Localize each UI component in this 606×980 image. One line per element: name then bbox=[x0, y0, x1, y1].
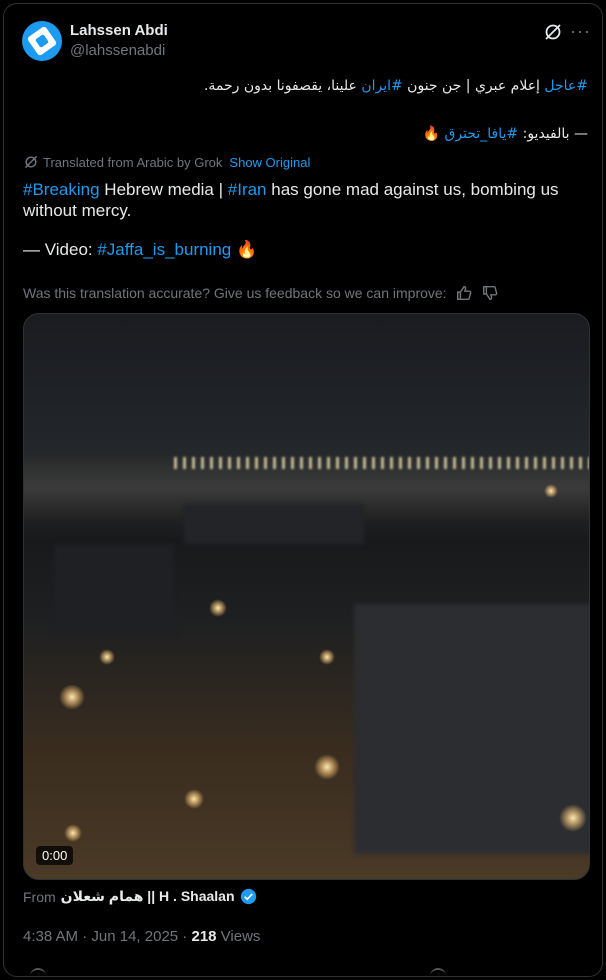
verified-badge-icon bbox=[240, 888, 256, 905]
author-name[interactable]: Lahssen Abdi bbox=[70, 22, 168, 39]
tweet-time[interactable]: 4:38 AM bbox=[23, 928, 78, 945]
feedback-text: Was this translation accurate? Give us f… bbox=[23, 285, 447, 301]
translation-notice: Translated from Arabic by Grok Show Orig… bbox=[23, 154, 310, 170]
hashtag-link[interactable]: #يافا_تحترق bbox=[445, 126, 519, 142]
arabic-text-line1: #عاجل إعلام عبري | جن جنون #ايران علينا،… bbox=[203, 78, 588, 94]
grok-icon[interactable] bbox=[543, 22, 563, 42]
author-handle[interactable]: @lahssenabdi bbox=[70, 42, 165, 59]
tweet-metadata: 4:38 AM · Jun 14, 2025 · 218 Views bbox=[23, 928, 261, 945]
video-source: From همام شعلان || H . Shaalan bbox=[23, 888, 257, 905]
hashtag-link[interactable]: #Jaffa_is_burning bbox=[97, 240, 231, 259]
hashtag-link[interactable]: #ايران bbox=[361, 78, 402, 94]
thumbs-down-icon[interactable] bbox=[481, 284, 499, 302]
grok-icon bbox=[24, 155, 38, 169]
views-count: 218 bbox=[191, 928, 217, 945]
fire-emoji: 🔥 bbox=[235, 240, 258, 259]
english-text-line1: #Breaking Hebrew media | #Iran has gone … bbox=[23, 180, 559, 220]
video-player[interactable]: 0:00 bbox=[23, 313, 590, 880]
hashtag-link[interactable]: #Iran bbox=[228, 180, 267, 199]
show-original-link[interactable]: Show Original bbox=[229, 155, 310, 170]
reply-icon[interactable] bbox=[30, 968, 46, 980]
more-options-icon[interactable]: ··· bbox=[570, 22, 591, 40]
source-account-link[interactable]: همام شعلان || H . Shaalan bbox=[61, 888, 235, 905]
thumbs-up-icon[interactable] bbox=[455, 284, 473, 302]
views-label: Views bbox=[216, 928, 261, 945]
tweet-date[interactable]: Jun 14, 2025 bbox=[91, 928, 178, 945]
english-text-line2: — Video: #Jaffa_is_burning 🔥 bbox=[23, 240, 258, 259]
hashtag-link[interactable]: #عاجل bbox=[544, 78, 588, 94]
avatar[interactable] bbox=[22, 21, 62, 61]
translation-feedback: Was this translation accurate? Give us f… bbox=[23, 284, 499, 302]
hashtag-link[interactable]: #Breaking bbox=[23, 180, 100, 199]
fire-emoji: 🔥 bbox=[422, 126, 441, 142]
from-label: From bbox=[23, 888, 56, 905]
arabic-text-line2: — بالفيديو: #يافا_تحترق 🔥 bbox=[422, 126, 588, 142]
translated-label: Translated from Arabic by Grok bbox=[43, 154, 223, 170]
video-time-badge: 0:00 bbox=[36, 846, 74, 865]
bookmark-icon[interactable] bbox=[430, 968, 446, 980]
